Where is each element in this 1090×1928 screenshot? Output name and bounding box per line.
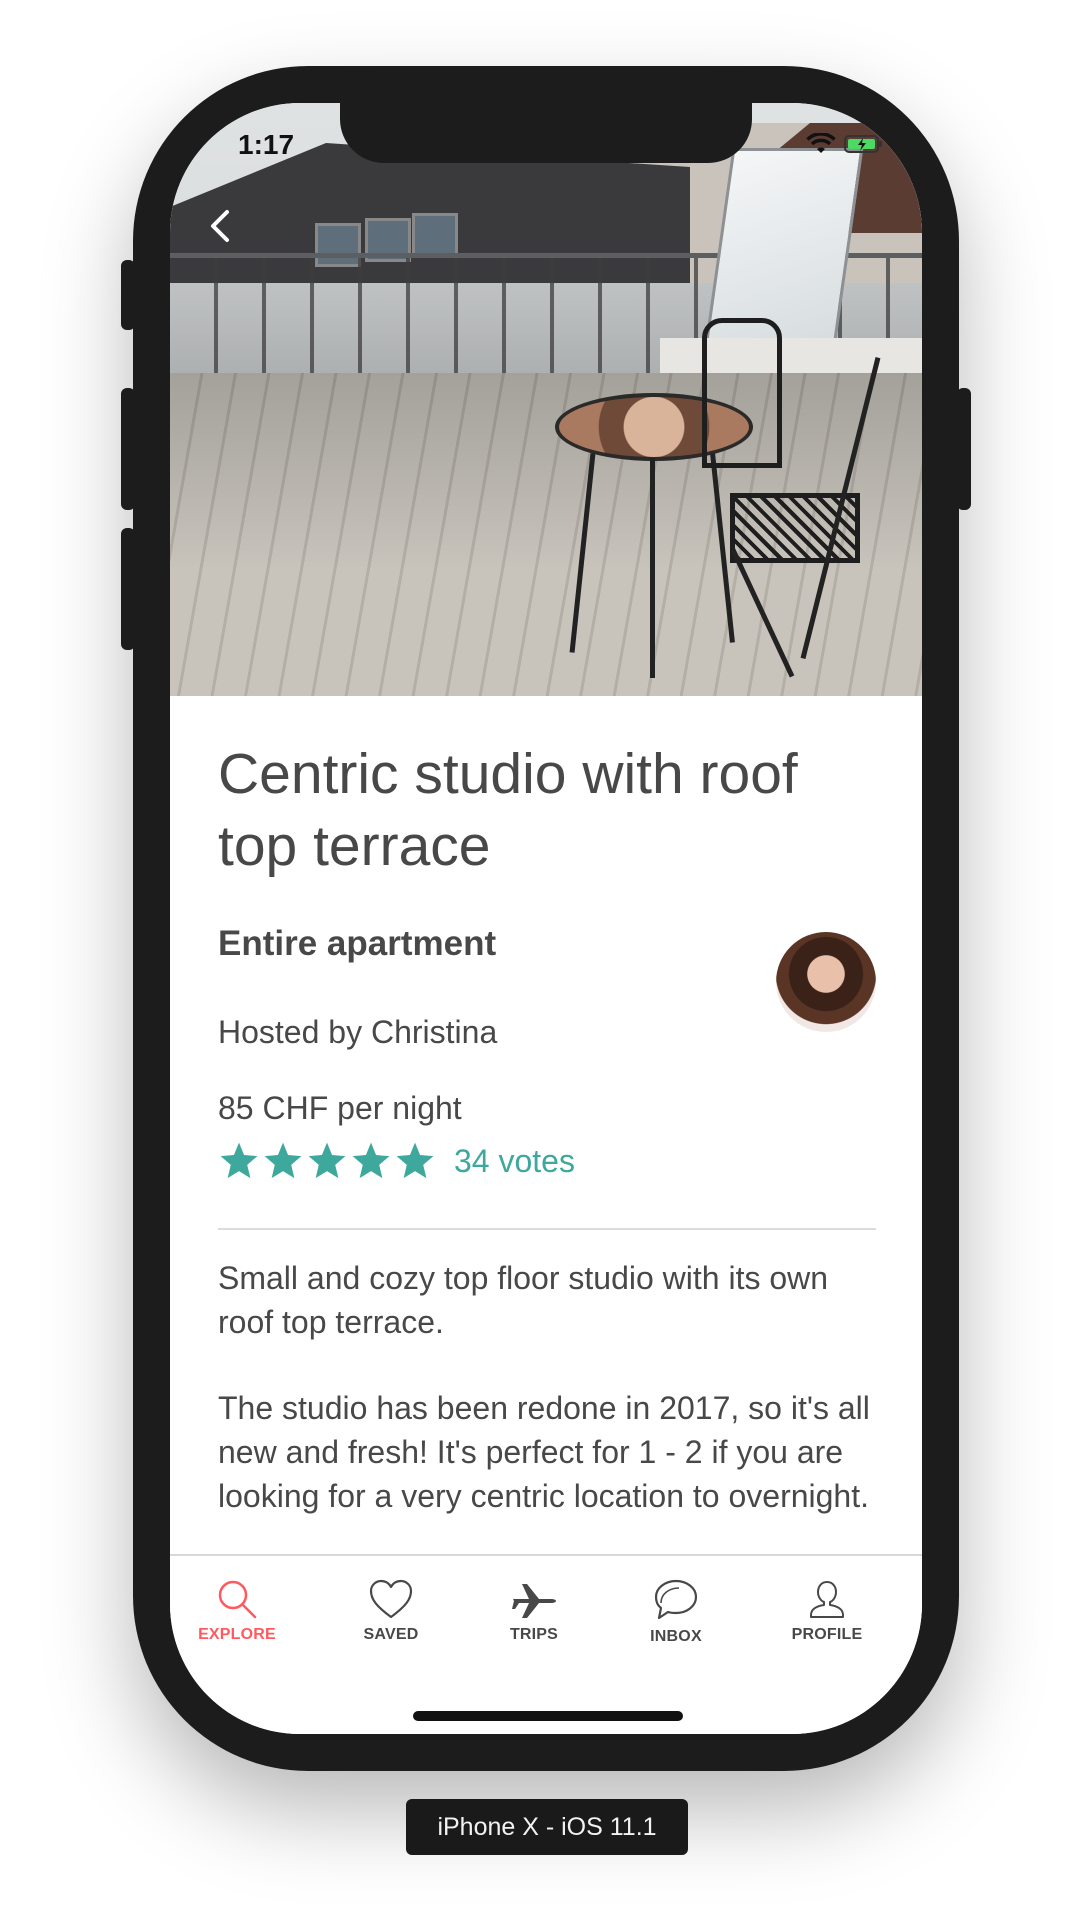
tab-inbox[interactable]: INBOX [621,1578,731,1646]
chevron-left-icon [211,210,229,242]
simulator-device-label: iPhone X - iOS 11.1 [406,1799,688,1855]
tab-label: EXPLORE [198,1626,276,1643]
home-indicator[interactable] [413,1711,683,1721]
tab-saved[interactable]: SAVED [336,1578,446,1644]
tab-label: TRIPS [509,1626,559,1643]
heart-icon [369,1579,413,1619]
star-icon [396,1142,434,1179]
wifi-icon [806,133,836,153]
star-rating [218,1140,436,1182]
price-per-night: 85 CHF per night [218,1090,462,1126]
tab-label: SAVED [363,1626,419,1643]
tab-profile[interactable]: PROFILE [772,1578,882,1644]
rating: 34 votes [218,1140,575,1182]
description-paragraph-2: The studio has been redone in 2017, so i… [218,1390,870,1514]
person-icon [810,1581,844,1618]
app-screen: 1:17 Centric studio with roof top terrac… [170,103,922,1734]
star-icon [308,1142,346,1179]
tab-label: INBOX [650,1628,702,1645]
tab-explore[interactable]: EXPLORE [182,1578,292,1644]
description-paragraph-1: Small and cozy top floor studio with its… [218,1260,829,1340]
airplane-icon [512,1584,556,1618]
listing-photo [170,103,922,696]
search-icon [218,1580,257,1619]
host-name: Hosted by Christina [218,1014,498,1050]
host-avatar[interactable] [776,932,876,1032]
star-icon [220,1142,258,1179]
tab-bar: EXPLORE SAVED TRIPS INBOX PROFILE [170,1554,922,1734]
status-time: 1:17 [238,129,295,160]
tab-label: PROFILE [791,1626,863,1643]
listing-title: Centric studio with roof top terrace [218,742,798,878]
room-type: Entire apartment [218,924,497,963]
battery-icon [844,135,882,153]
listing-details: Centric studio with roof top terrace Ent… [218,696,876,1514]
divider [218,1228,876,1230]
star-icon [264,1142,302,1179]
back-button[interactable] [200,201,240,251]
status-bar: 1:17 [170,103,922,163]
power-button [957,388,971,510]
tab-trips[interactable]: TRIPS [479,1578,589,1644]
star-icon [352,1142,390,1179]
vote-count: 34 votes [454,1142,575,1179]
chat-bubble-icon [654,1579,698,1620]
